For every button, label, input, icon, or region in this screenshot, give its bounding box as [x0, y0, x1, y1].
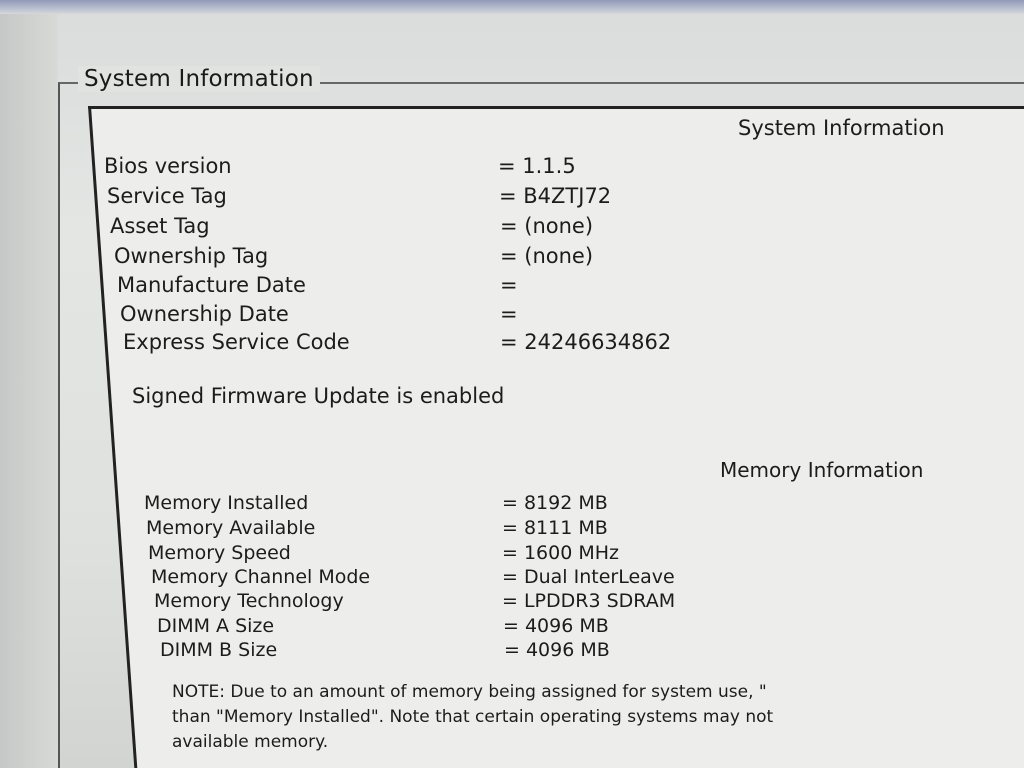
bios-screen: System Information System Information Bi…	[0, 0, 1024, 768]
memory-available-value: = 8111 MB	[502, 517, 608, 539]
firmware-update-status: Signed Firmware Update is enabled	[132, 384, 505, 408]
memory-note-line: NOTE: Due to an amount of memory being a…	[172, 682, 767, 702]
title-strip	[0, 0, 1024, 14]
memory-installed-value: = 8192 MB	[502, 492, 608, 514]
ownership-date-label: Ownership Date	[120, 302, 289, 326]
dimm-a-size-value: = 4096 MB	[503, 615, 609, 637]
service-tag-label: Service Tag	[107, 184, 227, 208]
manufacture-date-label: Manufacture Date	[117, 273, 306, 297]
express-service-code-label: Express Service Code	[123, 330, 350, 354]
bios-version-label: Bios version	[104, 154, 232, 178]
bios-version-value: = 1.1.5	[498, 154, 576, 178]
dimm-b-size-label: DIMM B Size	[160, 639, 278, 661]
system-information-heading: System Information	[738, 116, 945, 140]
asset-tag-value: = (none)	[500, 214, 594, 238]
ownership-tag-value: = (none)	[500, 244, 594, 268]
service-tag-value: = B4ZTJ72	[499, 184, 612, 208]
memory-information-heading: Memory Information	[720, 458, 924, 482]
dimm-a-size-label: DIMM A Size	[157, 615, 275, 637]
manufacture-date-value: =	[500, 273, 518, 297]
memory-channel-mode-value: = Dual InterLeave	[502, 566, 675, 588]
memory-channel-mode-label: Memory Channel Mode	[151, 566, 371, 588]
memory-technology-label: Memory Technology	[154, 590, 344, 612]
left-navigation-area	[0, 14, 58, 768]
memory-available-label: Memory Available	[146, 517, 316, 539]
memory-note-line: than "Memory Installed". Note that certa…	[172, 707, 774, 727]
memory-note: NOTE: Due to an amount of memory being a…	[172, 680, 1024, 755]
dimm-b-size-value: = 4096 MB	[504, 639, 610, 661]
ownership-tag-label: Ownership Tag	[114, 244, 269, 268]
memory-speed-label: Memory Speed	[148, 542, 291, 564]
memory-installed-label: Memory Installed	[144, 492, 309, 514]
group-legend: System Information	[78, 66, 320, 92]
memory-note-line: available memory.	[172, 732, 329, 752]
asset-tag-label: Asset Tag	[110, 214, 210, 238]
ownership-date-value: =	[500, 302, 518, 326]
express-service-code-value: = 24246634862	[500, 330, 672, 354]
memory-technology-value: = LPDDR3 SDRAM	[502, 590, 676, 612]
memory-speed-value: = 1600 MHz	[502, 542, 620, 564]
